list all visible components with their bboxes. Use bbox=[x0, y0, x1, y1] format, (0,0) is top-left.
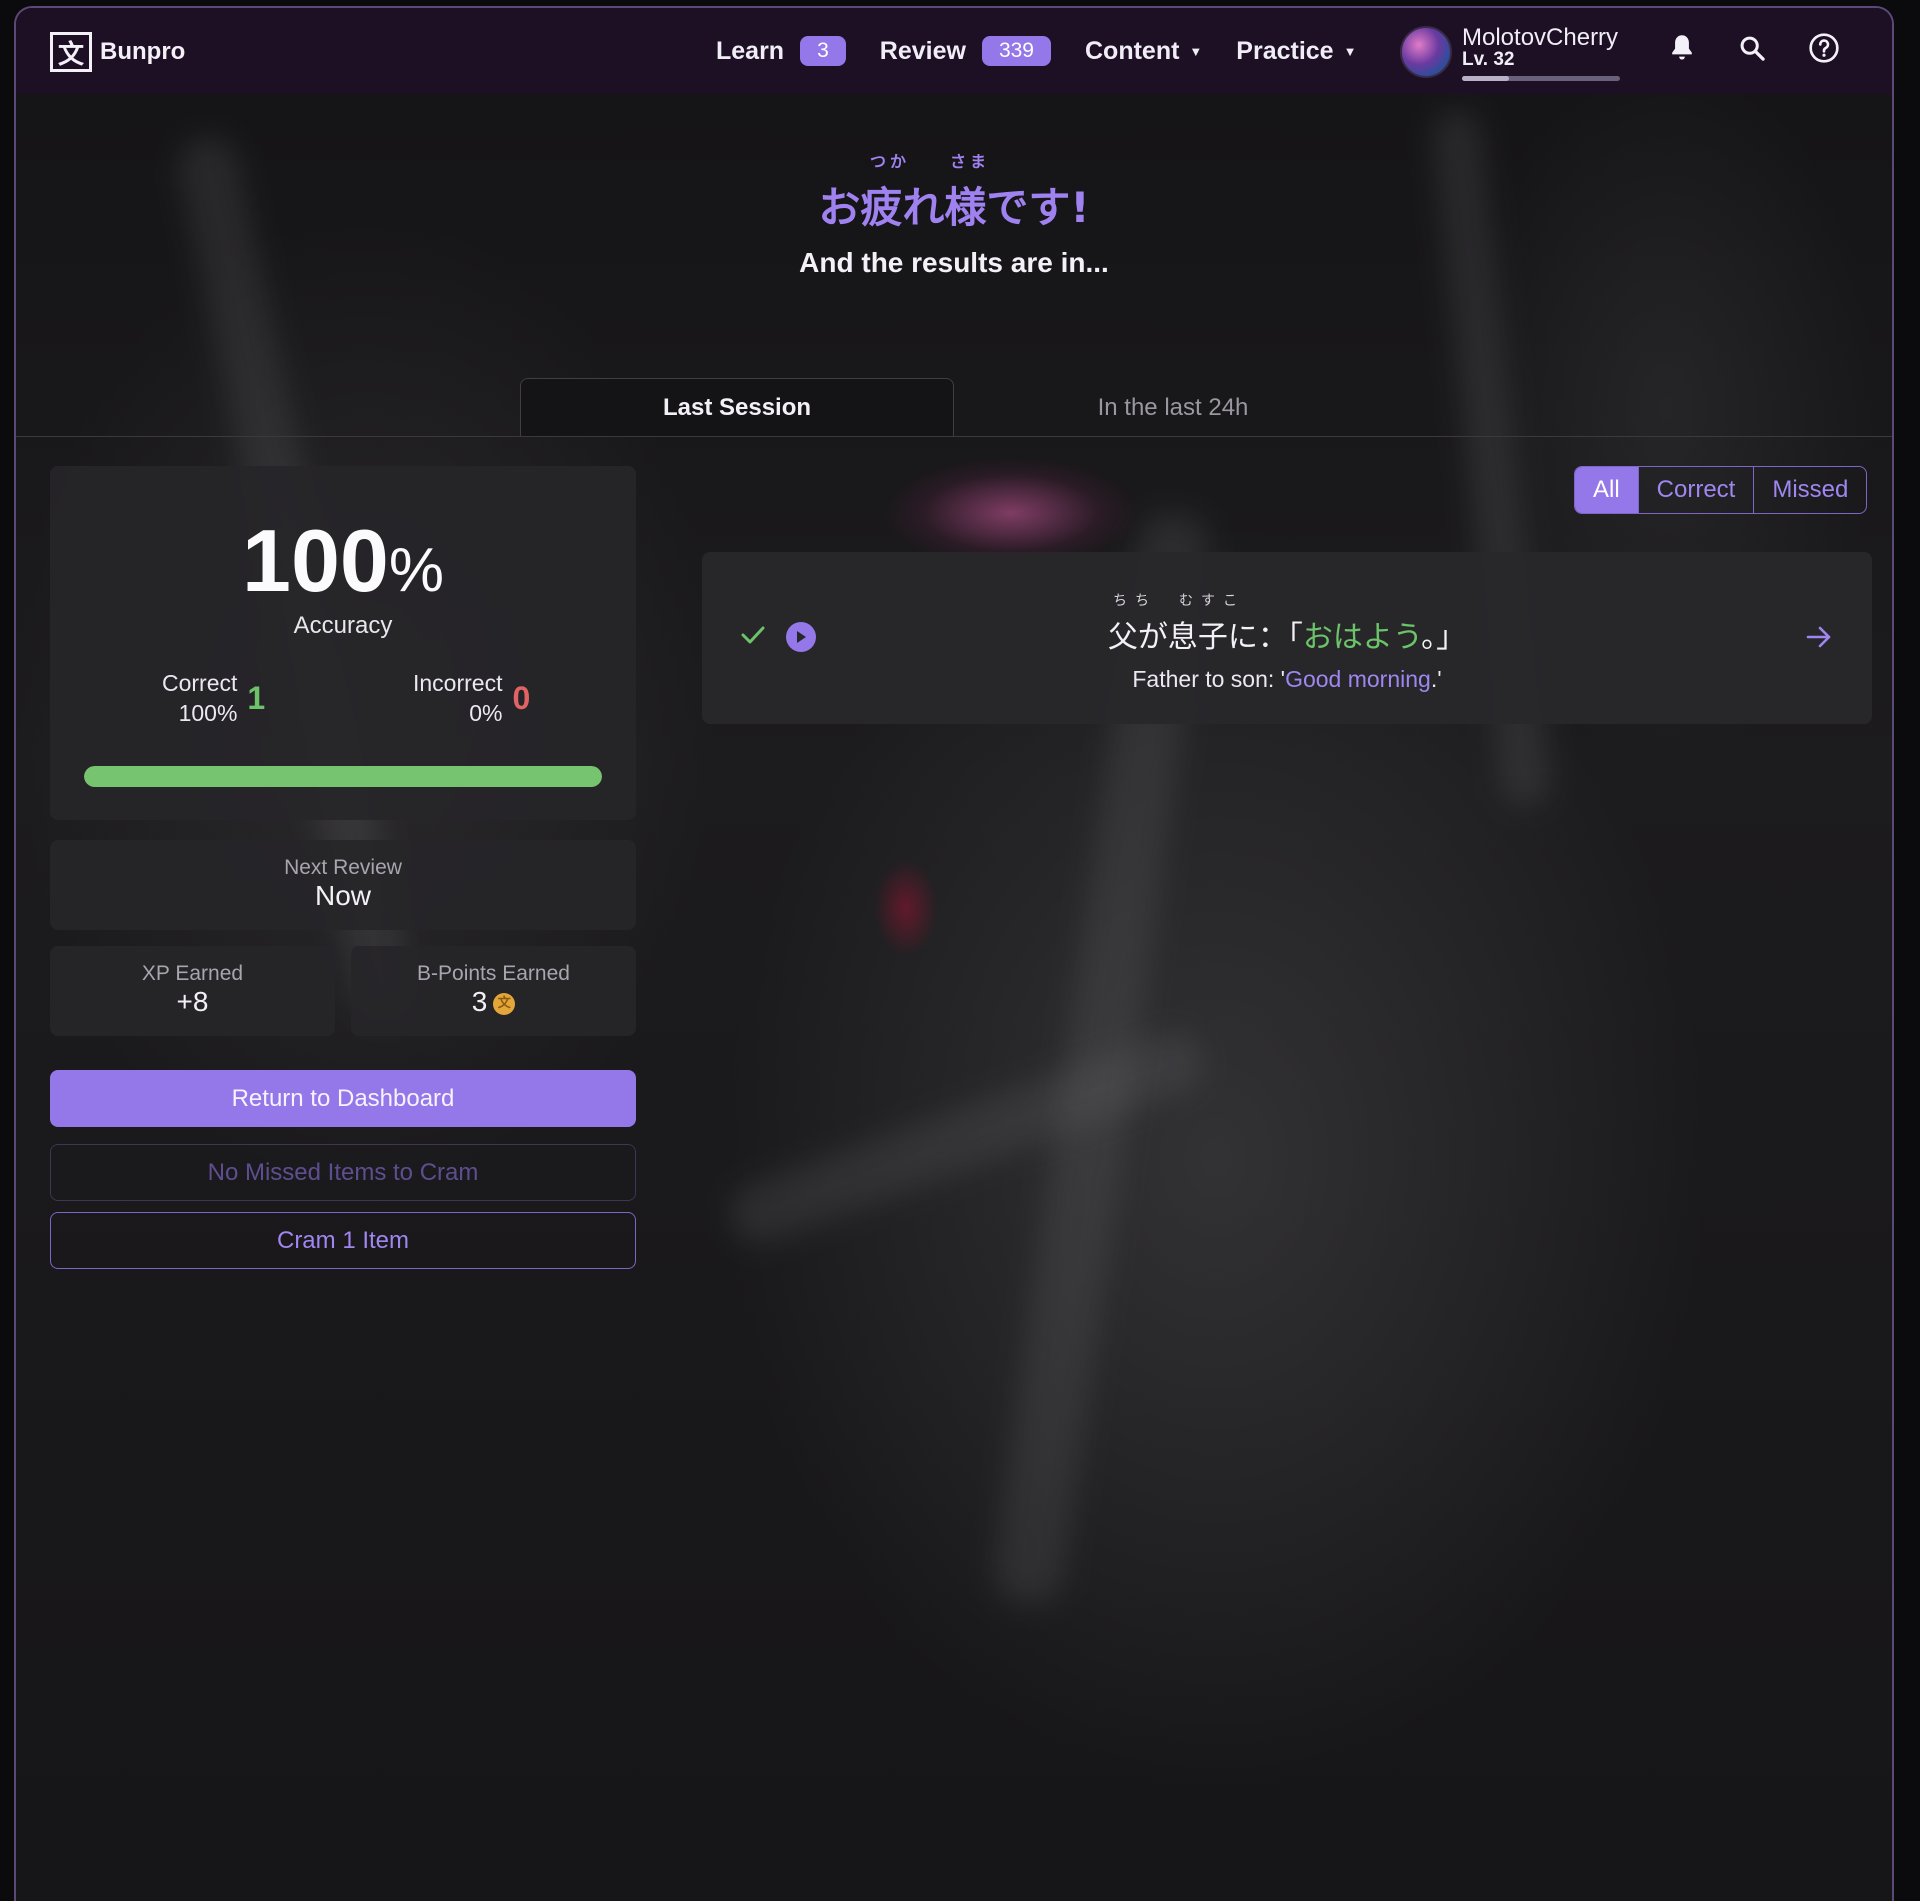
brand-name: Bunpro bbox=[100, 38, 186, 65]
background-art bbox=[720, 1024, 1212, 1252]
next-review-value: Now bbox=[314, 880, 371, 911]
xp-earned-label: XP Earned bbox=[141, 962, 244, 985]
cram-missed-button[interactable]: No Missed Items to Cram bbox=[50, 1144, 636, 1201]
filter-correct[interactable]: Correct bbox=[1637, 467, 1754, 513]
sentence-en-grammar: Good morning bbox=[1285, 666, 1431, 692]
tabs-divider bbox=[16, 436, 1892, 437]
search-icon[interactable] bbox=[1738, 34, 1766, 62]
bpoints-coin-icon: 文 bbox=[493, 992, 516, 1015]
sentence-furigana: ちち むすこ bbox=[702, 590, 1872, 610]
avatar bbox=[1400, 26, 1452, 78]
review-count-badge: 339 bbox=[981, 36, 1051, 66]
nav-review[interactable]: Review 339 bbox=[880, 36, 1051, 66]
page-title: お疲れ様です! bbox=[818, 183, 1090, 232]
accuracy-percent-sign: % bbox=[388, 536, 444, 605]
bpoints-earned-card: B-Points Earned 3文 bbox=[351, 946, 636, 1036]
sentence-jp-grammar: おはよう bbox=[1302, 620, 1422, 655]
furigana-musuko: むすこ bbox=[1179, 593, 1245, 609]
nav-links: Learn 3 Review 339 Content ▼ Practice ▼ bbox=[716, 8, 1390, 94]
incorrect-count: 0 bbox=[512, 679, 531, 716]
sentence-en-before: Father to son: ' bbox=[1132, 666, 1286, 692]
nav-icons bbox=[1668, 32, 1840, 64]
bpoints-earned-row: 3文 bbox=[351, 986, 636, 1018]
incorrect-stat: Incorrect 0% 0 bbox=[413, 668, 530, 728]
furigana-chichi: ちち bbox=[1113, 593, 1157, 609]
tab-last-session[interactable]: Last Session bbox=[520, 378, 954, 437]
accuracy-value: 100% bbox=[50, 510, 636, 612]
nav-content-dropdown[interactable]: Content ▼ bbox=[1085, 37, 1202, 66]
results-header: つか さま お疲れ様です! And the results are in... bbox=[16, 148, 1892, 279]
caret-down-icon: ▼ bbox=[1189, 43, 1203, 59]
brand-link[interactable]: 文 Bunpro bbox=[50, 32, 185, 72]
return-to-dashboard-button[interactable]: Return to Dashboard bbox=[50, 1070, 636, 1127]
app-window: 文 Bunpro Learn 3 Review 339 Content ▼ Pr… bbox=[14, 6, 1894, 1901]
nav-learn[interactable]: Learn 3 bbox=[716, 36, 846, 66]
user-menu[interactable]: MolotovCherry Lv. 32 bbox=[1400, 26, 1620, 81]
accuracy-label: Accuracy bbox=[293, 612, 393, 639]
incorrect-label: Incorrect bbox=[413, 670, 503, 696]
tab-last-24h[interactable]: In the last 24h bbox=[956, 378, 1390, 437]
level-progress-fill bbox=[1462, 76, 1510, 81]
sentence-en-after: .' bbox=[1430, 666, 1442, 692]
bpoints-earned-value: 3 bbox=[471, 986, 488, 1017]
help-icon[interactable] bbox=[1808, 32, 1840, 64]
title-furigana: つか さま bbox=[16, 148, 1892, 174]
sentence-english: Father to son: 'Good morning.' bbox=[702, 666, 1872, 693]
next-review-label: Next Review bbox=[284, 856, 402, 879]
accuracy-progress-bar bbox=[84, 766, 602, 787]
nav-practice-label: Practice bbox=[1236, 36, 1334, 65]
bpoints-earned-label: B-Points Earned bbox=[417, 962, 570, 985]
username: MolotovCherry bbox=[1462, 24, 1619, 51]
learn-count-badge: 3 bbox=[800, 36, 846, 66]
xp-earned-card: XP Earned +8 bbox=[50, 946, 335, 1036]
accuracy-number: 100 bbox=[242, 511, 389, 610]
nav-practice-dropdown[interactable]: Practice ▼ bbox=[1236, 37, 1356, 66]
level-progress-bar bbox=[1462, 76, 1620, 81]
result-sentence: ちち むすこ 父が息子に：「おはよう。」 Father to son: 'Goo… bbox=[702, 590, 1872, 693]
result-item[interactable]: ちち むすこ 父が息子に：「おはよう。」 Father to son: 'Goo… bbox=[702, 552, 1872, 724]
accuracy-progress-fill bbox=[84, 766, 602, 787]
furigana-tsuka: つか bbox=[870, 152, 911, 171]
bunpro-logo-icon: 文 bbox=[50, 32, 92, 72]
filter-missed[interactable]: Missed bbox=[1753, 467, 1866, 513]
top-navbar: 文 Bunpro Learn 3 Review 339 Content ▼ Pr… bbox=[16, 8, 1892, 94]
xp-earned-value: +8 bbox=[176, 986, 209, 1017]
sentence-jp-before: 父が息子に：「 bbox=[1107, 620, 1303, 655]
bell-icon[interactable] bbox=[1668, 33, 1696, 63]
filter-all[interactable]: All bbox=[1575, 467, 1638, 513]
results-filter: All Correct Missed bbox=[1574, 466, 1868, 514]
sentence-japanese: 父が息子に：「おはよう。」 bbox=[702, 612, 1872, 656]
nav-content-label: Content bbox=[1085, 36, 1180, 65]
user-level: Lv. 32 bbox=[1462, 49, 1515, 70]
user-meta: MolotovCherry Lv. 32 bbox=[1462, 26, 1620, 81]
furigana-sama: さま bbox=[950, 152, 991, 171]
correct-label: Correct bbox=[162, 670, 238, 696]
sentence-jp-after: 。」 bbox=[1421, 620, 1467, 655]
correct-count: 1 bbox=[247, 679, 266, 716]
caret-down-icon: ▼ bbox=[1343, 43, 1357, 59]
accuracy-card: 100% Accuracy Correct 100% 1 Incorrect 0… bbox=[50, 466, 636, 820]
nav-review-label: Review bbox=[879, 36, 966, 65]
page-subtitle: And the results are in... bbox=[799, 247, 1109, 278]
incorrect-percent: 0% bbox=[469, 700, 503, 726]
cram-items-button[interactable]: Cram 1 Item bbox=[50, 1212, 636, 1269]
correct-percent: 100% bbox=[178, 700, 238, 726]
correct-stat: Correct 100% 1 bbox=[162, 668, 265, 728]
nav-learn-label: Learn bbox=[716, 36, 785, 65]
next-review-card: Next Review Now bbox=[50, 840, 636, 930]
arrow-right-icon[interactable] bbox=[1804, 624, 1834, 655]
